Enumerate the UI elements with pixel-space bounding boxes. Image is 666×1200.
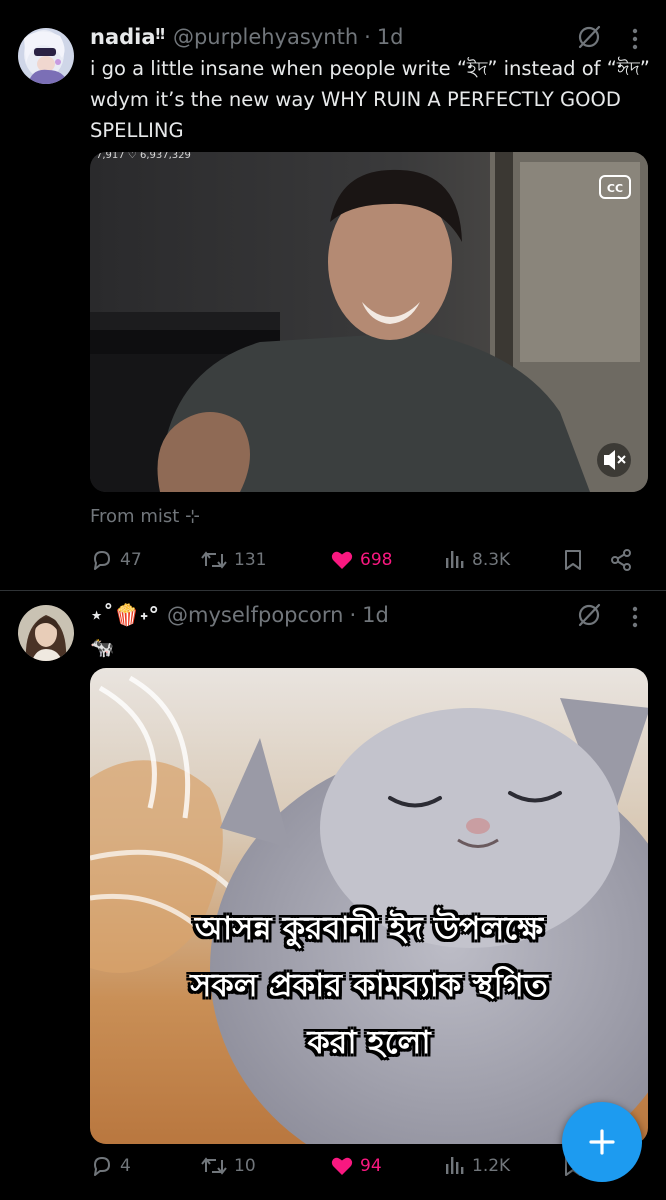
compose-button[interactable]: + (562, 1102, 642, 1182)
reply-button[interactable]: 4 (90, 1146, 131, 1186)
like-count: 94 (360, 1156, 382, 1176)
timestamp[interactable]: 1d (362, 603, 389, 627)
repost-count: 131 (234, 550, 267, 570)
cc-label: CC (607, 182, 623, 195)
views-count: 1.2K (472, 1156, 511, 1176)
repost-icon (201, 551, 227, 569)
repost-button[interactable]: 131 (200, 540, 266, 580)
tweet-text: 🐄 (90, 636, 115, 659)
separator: · (349, 603, 357, 627)
views-icon (446, 551, 464, 568)
reply-button[interactable]: 47 (90, 540, 142, 580)
like-button[interactable]: 698 (330, 540, 392, 580)
media-caption-line: করা হলো (307, 1023, 431, 1061)
like-button[interactable]: 94 (330, 1146, 382, 1186)
views-button[interactable]: 8.3K (444, 540, 510, 580)
repost-button[interactable]: 10 (200, 1146, 256, 1186)
plus-icon (589, 1129, 615, 1155)
more-icon[interactable] (630, 604, 640, 630)
like-icon (331, 1157, 353, 1175)
media-caption-line: আসন্ন কুরবানী ইদ উপলক্ষে (194, 909, 544, 947)
media-caption-line: সকল প্রকার কামব্যাক স্থগিত (190, 966, 548, 1004)
bookmark-button[interactable] (558, 540, 588, 580)
tweet-text: i go a little insane when people write “… (90, 57, 650, 142)
separator: · (364, 25, 371, 49)
repost-icon (201, 1157, 227, 1175)
like-icon (331, 551, 353, 569)
avatar[interactable] (18, 605, 74, 661)
views-count: 8.3K (472, 550, 511, 570)
like-count: 698 (360, 550, 393, 570)
reply-icon (94, 551, 110, 570)
avatar[interactable] (18, 28, 74, 84)
display-name[interactable]: ⋆˚🍿˖° (90, 603, 159, 628)
video-player[interactable]: CC 7,917 ♡ 6,937,329 (90, 152, 648, 492)
timestamp[interactable]: 1d (377, 25, 404, 49)
grok-icon[interactable] (576, 24, 602, 50)
reply-icon (94, 1157, 110, 1176)
more-icon[interactable] (630, 26, 640, 52)
tweet-actions: 47 131 698 8.3K (0, 540, 666, 580)
share-icon (611, 549, 631, 571)
reply-count: 47 (120, 550, 142, 570)
repost-count: 10 (234, 1156, 256, 1176)
reply-count: 4 (120, 1156, 131, 1176)
handle[interactable]: @myselfpopcorn (167, 603, 343, 627)
display-name-suffix: ‼ (155, 25, 165, 43)
share-button[interactable] (606, 540, 636, 580)
tweet[interactable]: nadia‼ @purplehyasynth · 1d i go a littl… (0, 0, 666, 590)
display-name-text[interactable]: nadia (90, 25, 156, 49)
video-player[interactable]: আসন্ন কুরবানী ইদ উপলক্ষে সকল প্রকার কামব… (90, 668, 648, 1144)
display-name[interactable]: nadia‼ (90, 25, 165, 49)
views-icon (446, 1157, 464, 1174)
bookmark-icon (565, 550, 581, 570)
source-label[interactable]: From mist ⊹ (90, 506, 200, 527)
tweet-header: ⋆˚🍿˖° @myselfpopcorn · 1d (90, 600, 389, 630)
tweet[interactable]: ⋆˚🍿˖° @myselfpopcorn · 1d 🐄 আসন্ন কুরবান… (0, 590, 666, 1200)
tweet-header: nadia‼ @purplehyasynth · 1d (90, 22, 404, 52)
grok-icon[interactable] (576, 602, 602, 628)
views-button[interactable]: 1.2K (444, 1146, 510, 1186)
handle[interactable]: @purplehyasynth (173, 25, 358, 49)
video-overlay-text: 7,917 ♡ 6,937,329 (96, 152, 191, 161)
